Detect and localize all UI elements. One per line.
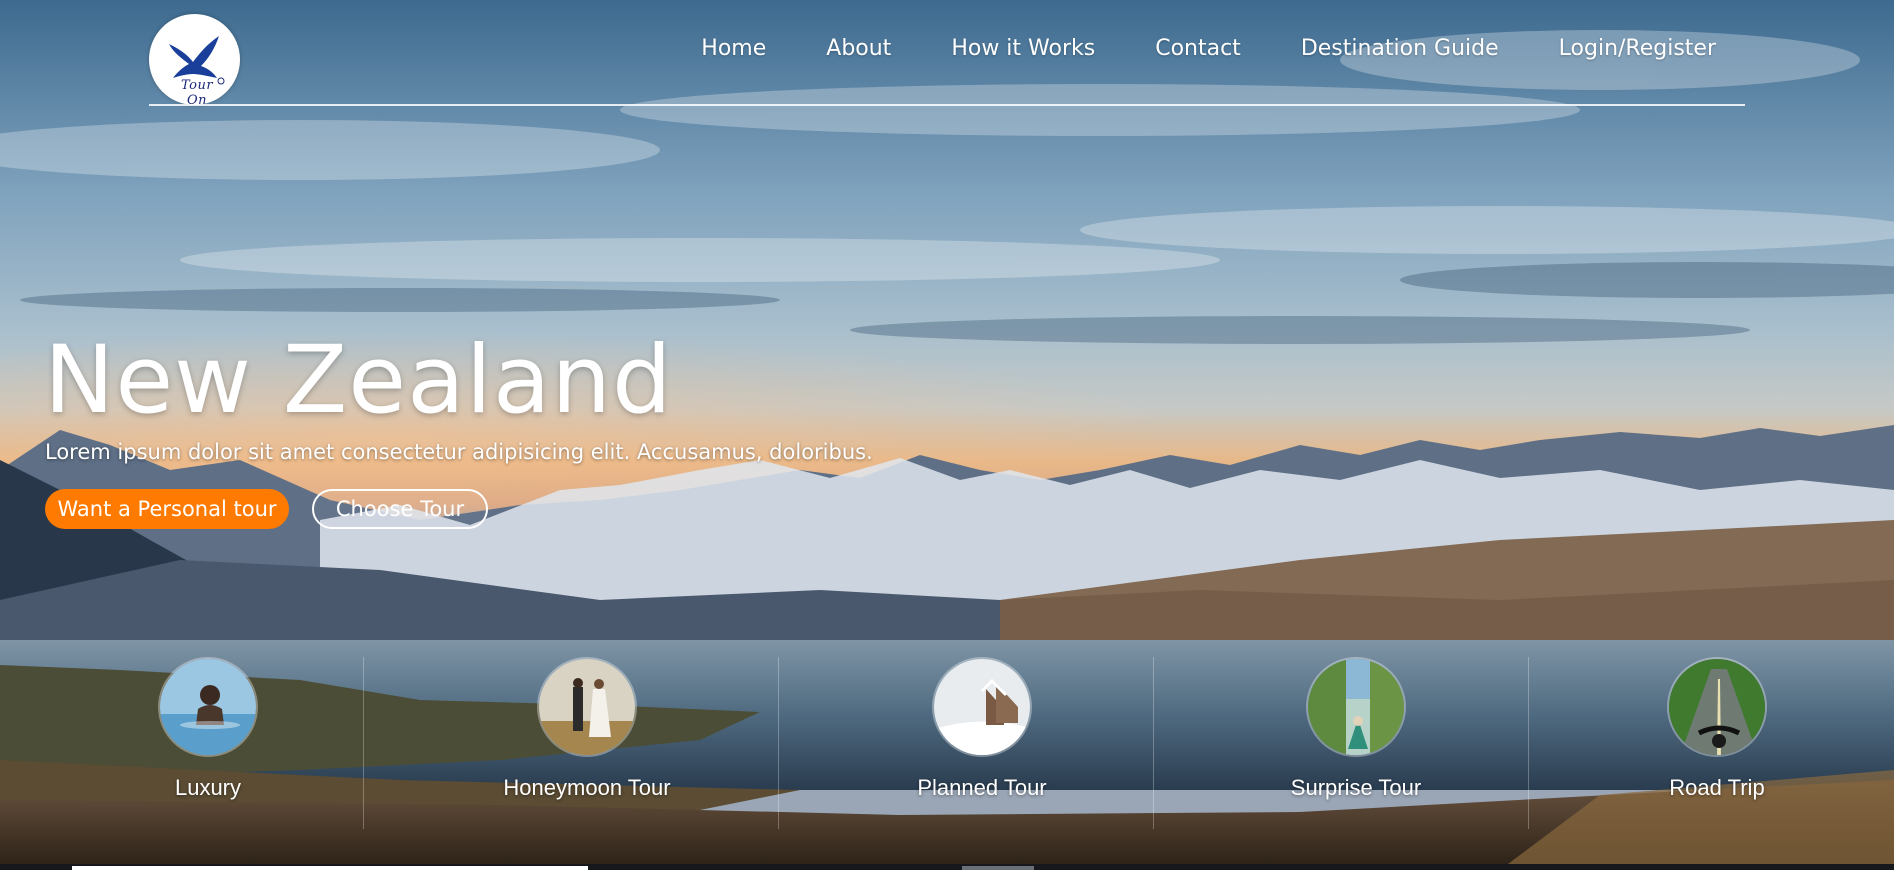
personal-tour-button[interactable]: Want a Personal tour [45,489,289,529]
nav-divider [149,104,1745,106]
hero-section: Tour On Home About How it Works Contact … [0,0,1894,870]
tour-label: Honeymoon Tour [503,775,671,800]
choose-tour-button[interactable]: Choose Tour [312,489,488,529]
slider-indicator[interactable] [962,866,1034,870]
hero-subtitle: Lorem ipsum dolor sit amet consectetur a… [45,440,873,464]
nav-home[interactable]: Home [701,36,766,61]
tour-label: Surprise Tour [1290,775,1422,800]
luxury-pool-thumbnail[interactable] [158,657,258,757]
tour-label: Road Trip [1669,775,1765,800]
snowy-cabin-thumbnail[interactable] [932,657,1032,757]
tour-categories: Luxury Honeymoon Tour Planned Tour Surpr… [0,655,1894,830]
nav-about[interactable]: About [826,36,891,61]
slider-progress-bar[interactable] [72,866,588,870]
kayak-thumbnail[interactable] [1306,657,1406,757]
nav-login-register[interactable]: Login/Register [1559,36,1716,61]
nav-how-it-works[interactable]: How it Works [951,36,1095,61]
hero-title: New Zealand [44,326,673,435]
nav-contact[interactable]: Contact [1155,36,1241,61]
tour-label: Planned Tour [917,775,1047,800]
motorcycle-road-thumbnail[interactable] [1667,657,1767,757]
couple-thumbnail[interactable] [537,657,637,757]
brand-logo[interactable]: Tour On [149,14,240,105]
logo-text: Tour On [180,78,214,105]
tour-label: Luxury [174,775,242,800]
nav-destination-guide[interactable]: Destination Guide [1301,36,1499,61]
main-nav: Home About How it Works Contact Destinat… [641,36,1716,61]
